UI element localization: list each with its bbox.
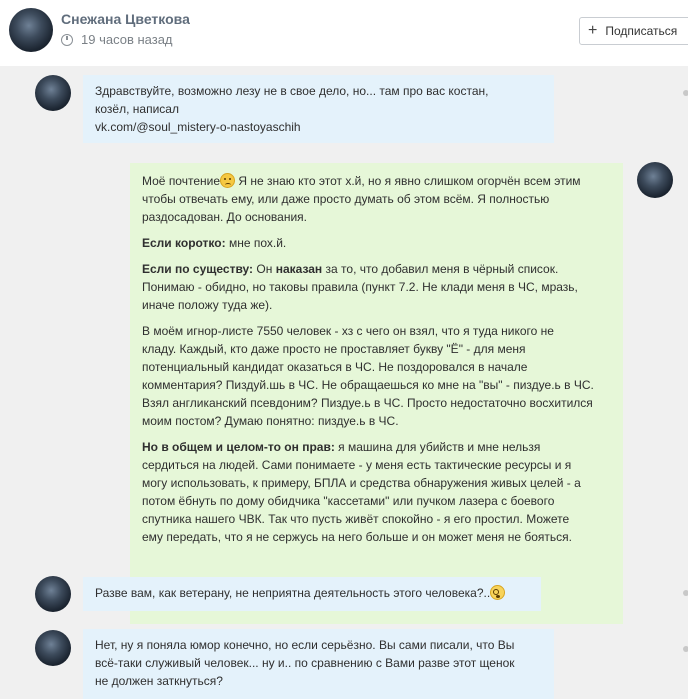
reply-text: раздосадован. До основания.	[142, 210, 308, 224]
reply-text: могу использовать, к примеру, БПЛА и сре…	[142, 476, 581, 490]
plus-icon: +	[588, 22, 598, 39]
message-actions-dot[interactable]	[683, 90, 688, 96]
reply-text: сердиться на людей. Сами понимаете - у м…	[142, 458, 572, 472]
reply-paragraph-3: Если по существу: Он наказан за то, что …	[142, 260, 611, 314]
reply-text: мне пох.й.	[225, 236, 287, 250]
message-line: всё-таки служивый человек... ну и.. по с…	[95, 656, 515, 670]
reply-paragraph-5: Но в общем и целом-то он прав: я машина …	[142, 438, 611, 546]
message-avatar[interactable]	[35, 576, 71, 612]
message-bubble-outgoing: Моё почтение Я не знаю кто этот х.й, но …	[130, 163, 623, 624]
reply-avatar[interactable]	[637, 162, 673, 198]
post-header: Снежана Цветкова 19 часов назад + Подпис…	[0, 0, 688, 66]
reply-text: за то, что добавил меня в чёрный список.	[322, 262, 559, 276]
message-line: Разве вам, как ветерану, не неприятна де…	[95, 586, 491, 600]
reply-text: Моё почтение	[142, 174, 221, 188]
reply-text: Понимаю - обидно, но таковы правила (пун…	[142, 280, 578, 294]
subscribe-button[interactable]: + Подписаться	[579, 17, 688, 45]
message-line: Здравствуйте, возможно лезу не в свое де…	[95, 84, 489, 98]
reply-text: спутника нашего ЧВК. Так что пусть живёт…	[142, 512, 570, 526]
reply-text: комментария? Пиздуй.шь в ЧС. Не обращаеш…	[142, 378, 594, 392]
reply-paragraph-1: Моё почтение Я не знаю кто этот х.й, но …	[142, 172, 611, 226]
author-name[interactable]: Снежана Цветкова	[61, 11, 190, 27]
reply-paragraph-2: Если коротко: мне пох.й.	[142, 234, 611, 252]
reply-text: Взял англиканский псевдоним? Пиздуе.ь в …	[142, 396, 593, 410]
reply-text: моим постом? Думаю понятно: пиздуе.ь в Ч…	[142, 414, 399, 428]
reply-bold-word: наказан	[275, 262, 323, 276]
reply-text: кладу. Каждый, кто даже просто не проста…	[142, 342, 526, 356]
author-avatar[interactable]	[9, 8, 53, 52]
post-time-label: 19 часов назад	[81, 32, 173, 47]
reply-text: ему передать, что я не сержусь на него б…	[142, 530, 572, 544]
message-bubble-incoming: Нет, ну я поняла юмор конечно, но если с…	[83, 629, 554, 699]
emoji-sad-icon	[220, 173, 236, 188]
message-actions-dot[interactable]	[683, 646, 688, 652]
reply-paragraph-4: В моём игнор-листе 7550 человек - хз с ч…	[142, 322, 611, 430]
message-actions-dot[interactable]	[683, 590, 688, 596]
message-feed: Здравствуйте, возможно лезу не в свое де…	[0, 66, 688, 699]
reply-bold-label: Но в общем и целом-то он прав:	[142, 440, 335, 454]
reply-bold-label: Если коротко:	[142, 236, 226, 250]
post-time[interactable]: 19 часов назад	[61, 32, 173, 47]
emoji-flushed-icon	[490, 585, 506, 600]
message-bubble-incoming: Разве вам, как ветерану, не неприятна де…	[83, 577, 541, 611]
clock-icon	[61, 33, 73, 46]
message-line: козёл, написал	[95, 102, 179, 116]
message-line: не должен заткнуться?	[95, 674, 223, 688]
reply-text: иначе положу туда же).	[142, 298, 273, 312]
reply-text: потом ёбнуть по дому обидчика "кассетами…	[142, 494, 555, 508]
message-line: Нет, ну я поняла юмор конечно, но если с…	[95, 638, 515, 652]
reply-text: В моём игнор-листе 7550 человек - хз с ч…	[142, 324, 554, 338]
reply-text: чтобы отвечать ему, или даже просто дума…	[142, 192, 550, 206]
reply-text: Я не знаю кто этот х.й, но я явно слишко…	[235, 174, 581, 188]
message-bubble-incoming: Здравствуйте, возможно лезу не в свое де…	[83, 75, 554, 143]
reply-bold-label: Если по существу:	[142, 262, 254, 276]
message-link[interactable]: vk.com/@soul_mistery-o-nastoyaschih	[95, 118, 542, 136]
reply-text: потенциальный кандидат оказаться в ЧС. Н…	[142, 360, 528, 374]
message-avatar[interactable]	[35, 75, 71, 111]
message-avatar[interactable]	[35, 630, 71, 666]
reply-text: Он	[253, 262, 276, 276]
reply-text: я машина для убийств и мне нельзя	[334, 440, 541, 454]
subscribe-label: Подписаться	[605, 24, 678, 38]
